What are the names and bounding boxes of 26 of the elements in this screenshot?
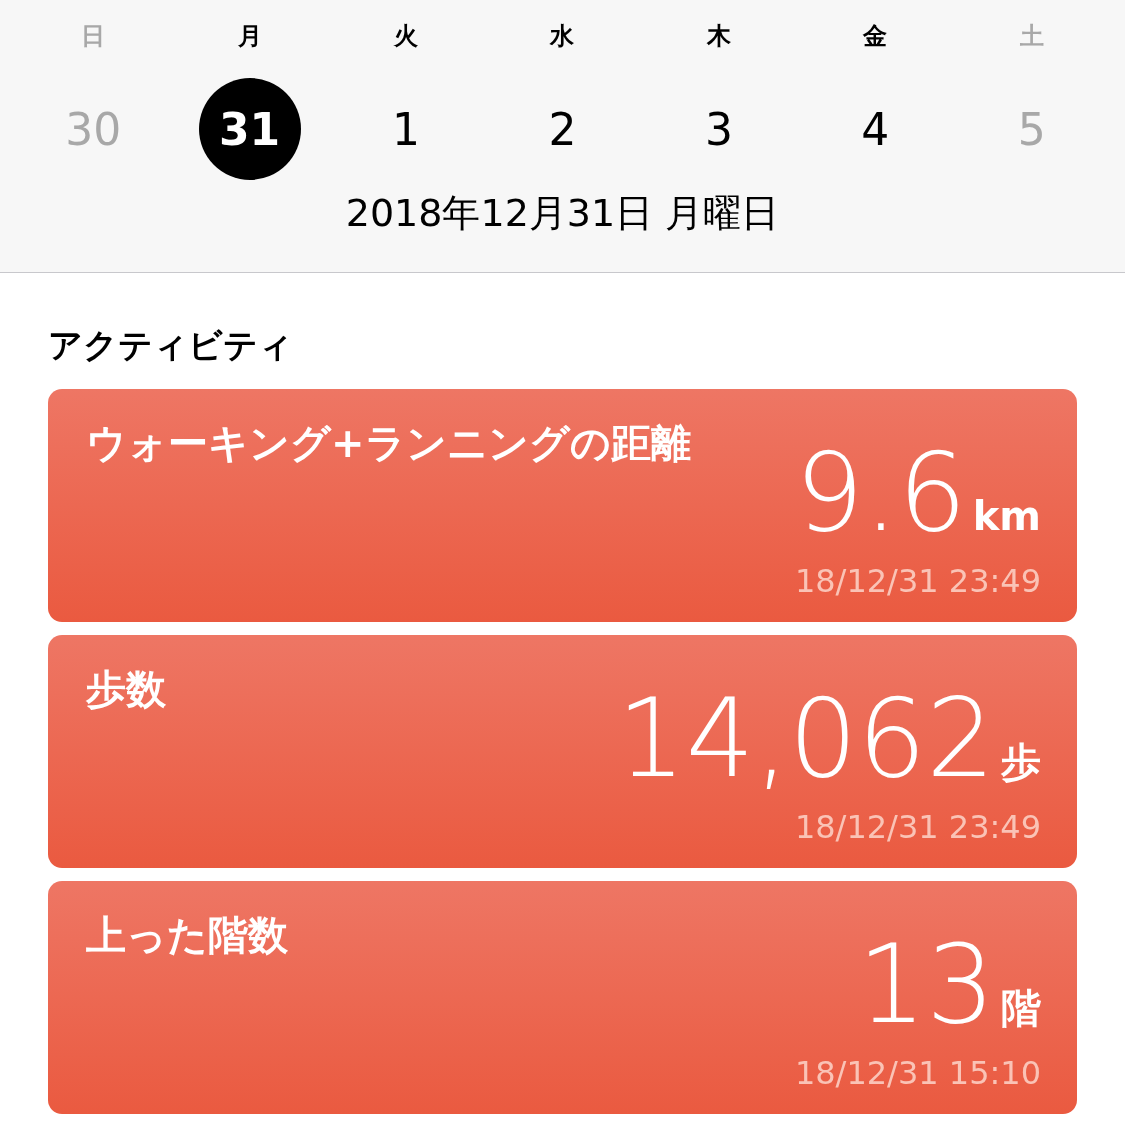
weekday-label: 月 <box>237 21 262 52</box>
date-button[interactable]: 4 <box>824 78 927 180</box>
card-title: 歩数 <box>86 665 166 714</box>
weekday-label: 木 <box>706 21 731 52</box>
date-button[interactable]: 2 <box>511 78 614 180</box>
weekday-label: 土 <box>1019 21 1044 52</box>
card-title: 上った階数 <box>86 911 288 960</box>
card-value: 13 <box>857 930 995 1040</box>
card-value: 9.6 <box>794 438 967 548</box>
weekday-label: 火 <box>394 21 419 52</box>
card-title: ウォーキング+ランニングの距離 <box>86 419 691 468</box>
date-button[interactable]: 3 <box>667 78 770 180</box>
section-title: アクティビティ <box>47 324 294 367</box>
card-timestamp: 18/12/31 23:49 <box>794 808 1041 846</box>
card-unit: km <box>972 493 1041 539</box>
card-unit: 歩 <box>1001 738 1041 787</box>
card-timestamp: 18/12/31 23:49 <box>794 562 1041 600</box>
date-button[interactable]: 31 <box>198 78 301 180</box>
card-timestamp: 18/12/31 15:10 <box>794 1054 1041 1092</box>
full-date: 2018年12月31日 月曜日 <box>344 190 781 237</box>
weekday-label: 日 <box>81 21 106 52</box>
card-unit: 階 <box>1001 984 1041 1033</box>
card-value: 14,062 <box>617 684 995 794</box>
weekday-label: 水 <box>550 21 575 52</box>
date-button[interactable]: 1 <box>355 78 458 180</box>
weekday-label: 金 <box>863 21 888 52</box>
